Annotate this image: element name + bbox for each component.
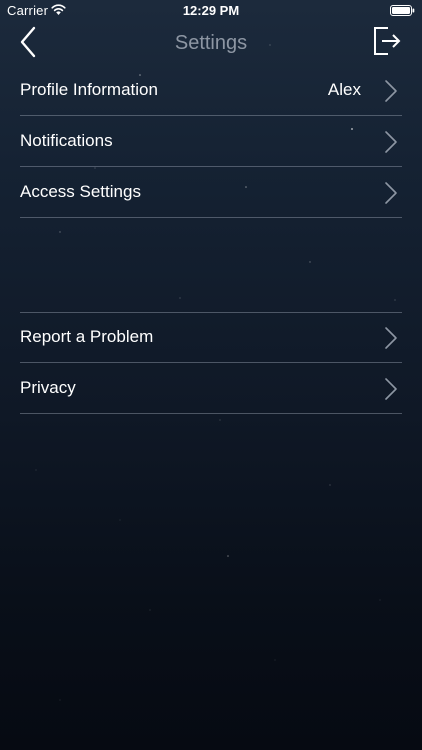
page-title: Settings (174, 32, 248, 54)
settings-row-access-settings[interactable]: Access Settings (20, 168, 402, 218)
status-time: 12:29 PM (182, 3, 240, 18)
chevron-right-icon (385, 327, 397, 349)
chevron-right-icon (385, 378, 397, 400)
row-label: Profile Information (20, 80, 158, 99)
profile-name-value: Alex (327, 80, 361, 99)
row-label: Report a Problem (20, 327, 154, 346)
row-label: Access Settings (20, 182, 141, 201)
battery-icon (390, 5, 415, 16)
settings-row-notifications[interactable]: Notifications (20, 117, 402, 167)
settings-row-profile-information[interactable]: Profile Information Alex (20, 66, 402, 116)
chevron-right-icon (385, 182, 397, 204)
row-label: Notifications (20, 131, 113, 150)
chevron-right-icon (385, 131, 397, 153)
chevron-right-icon (385, 80, 397, 102)
navigation-bar: Settings (0, 22, 422, 64)
logout-button[interactable] (372, 25, 404, 57)
logout-icon (374, 27, 401, 55)
row-label: Privacy (20, 378, 76, 397)
settings-row-privacy[interactable]: Privacy (20, 364, 402, 414)
status-bar: Carrier 12:29 PM (0, 0, 422, 22)
settings-row-report-a-problem[interactable]: Report a Problem (20, 313, 402, 363)
